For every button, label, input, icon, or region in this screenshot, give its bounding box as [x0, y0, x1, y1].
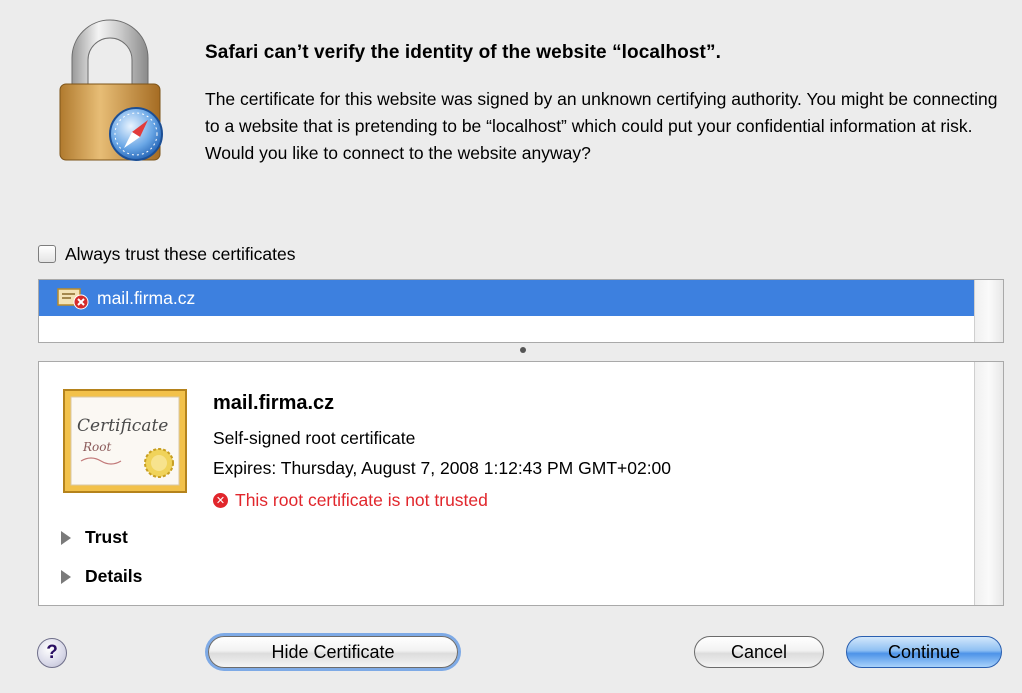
lock-icon [59, 19, 163, 161]
always-trust-label[interactable]: Always trust these certificates [65, 244, 296, 265]
dialog-message: The certificate for this website was sig… [205, 89, 998, 163]
disclosure-triangle-icon[interactable] [61, 530, 71, 545]
certificate-warning: ✕ This root certificate is not trusted [213, 490, 488, 511]
certificate-warning-dialog: Safari can’t verify the identity of the … [0, 0, 1022, 693]
certificate-list-item[interactable]: mail.firma.cz [39, 280, 975, 316]
certificate-image-title: Certificate [77, 416, 168, 436]
certificate-error-icon [57, 288, 89, 310]
always-trust-checkbox[interactable] [38, 245, 56, 263]
pane-splitter[interactable] [38, 343, 1004, 361]
always-trust-row[interactable]: Always trust these certificates [38, 241, 296, 267]
certificate-warning-text: This root certificate is not trusted [235, 490, 488, 510]
certificate-expiration: Expires: Thursday, August 7, 2008 1:12:4… [213, 458, 672, 478]
certificate-list: mail.firma.cz [38, 279, 1004, 343]
certificate-type: Self-signed root certificate [213, 428, 416, 448]
cancel-button[interactable]: Cancel [694, 636, 824, 668]
certificate-image-subtitle: Root [82, 440, 111, 454]
trust-disclosure[interactable]: Trust [61, 527, 128, 548]
certificate-details-pane: Certificate Root mail.firma.cz Self-sign… [38, 361, 1004, 606]
dialog-title: Safari can’t verify the identity of the … [205, 42, 721, 63]
hide-certificate-button[interactable]: Hide Certificate [208, 636, 458, 668]
details-disclosure-label[interactable]: Details [85, 566, 142, 587]
disclosure-triangle-icon[interactable] [61, 569, 71, 584]
continue-button[interactable]: Continue [846, 636, 1002, 668]
details-scrollbar[interactable] [974, 362, 1003, 605]
certificate-list-scrollbar[interactable] [974, 280, 1003, 342]
splitter-grip-icon[interactable] [520, 347, 526, 353]
certificate-list-item-label: mail.firma.cz [97, 287, 196, 308]
trust-disclosure-label[interactable]: Trust [85, 527, 128, 548]
certificate-name: mail.firma.cz [213, 392, 335, 414]
certificate-image-icon: Certificate Root [63, 389, 187, 493]
error-icon: ✕ [213, 493, 228, 508]
help-button[interactable]: ? [37, 638, 67, 668]
details-disclosure[interactable]: Details [61, 566, 142, 587]
